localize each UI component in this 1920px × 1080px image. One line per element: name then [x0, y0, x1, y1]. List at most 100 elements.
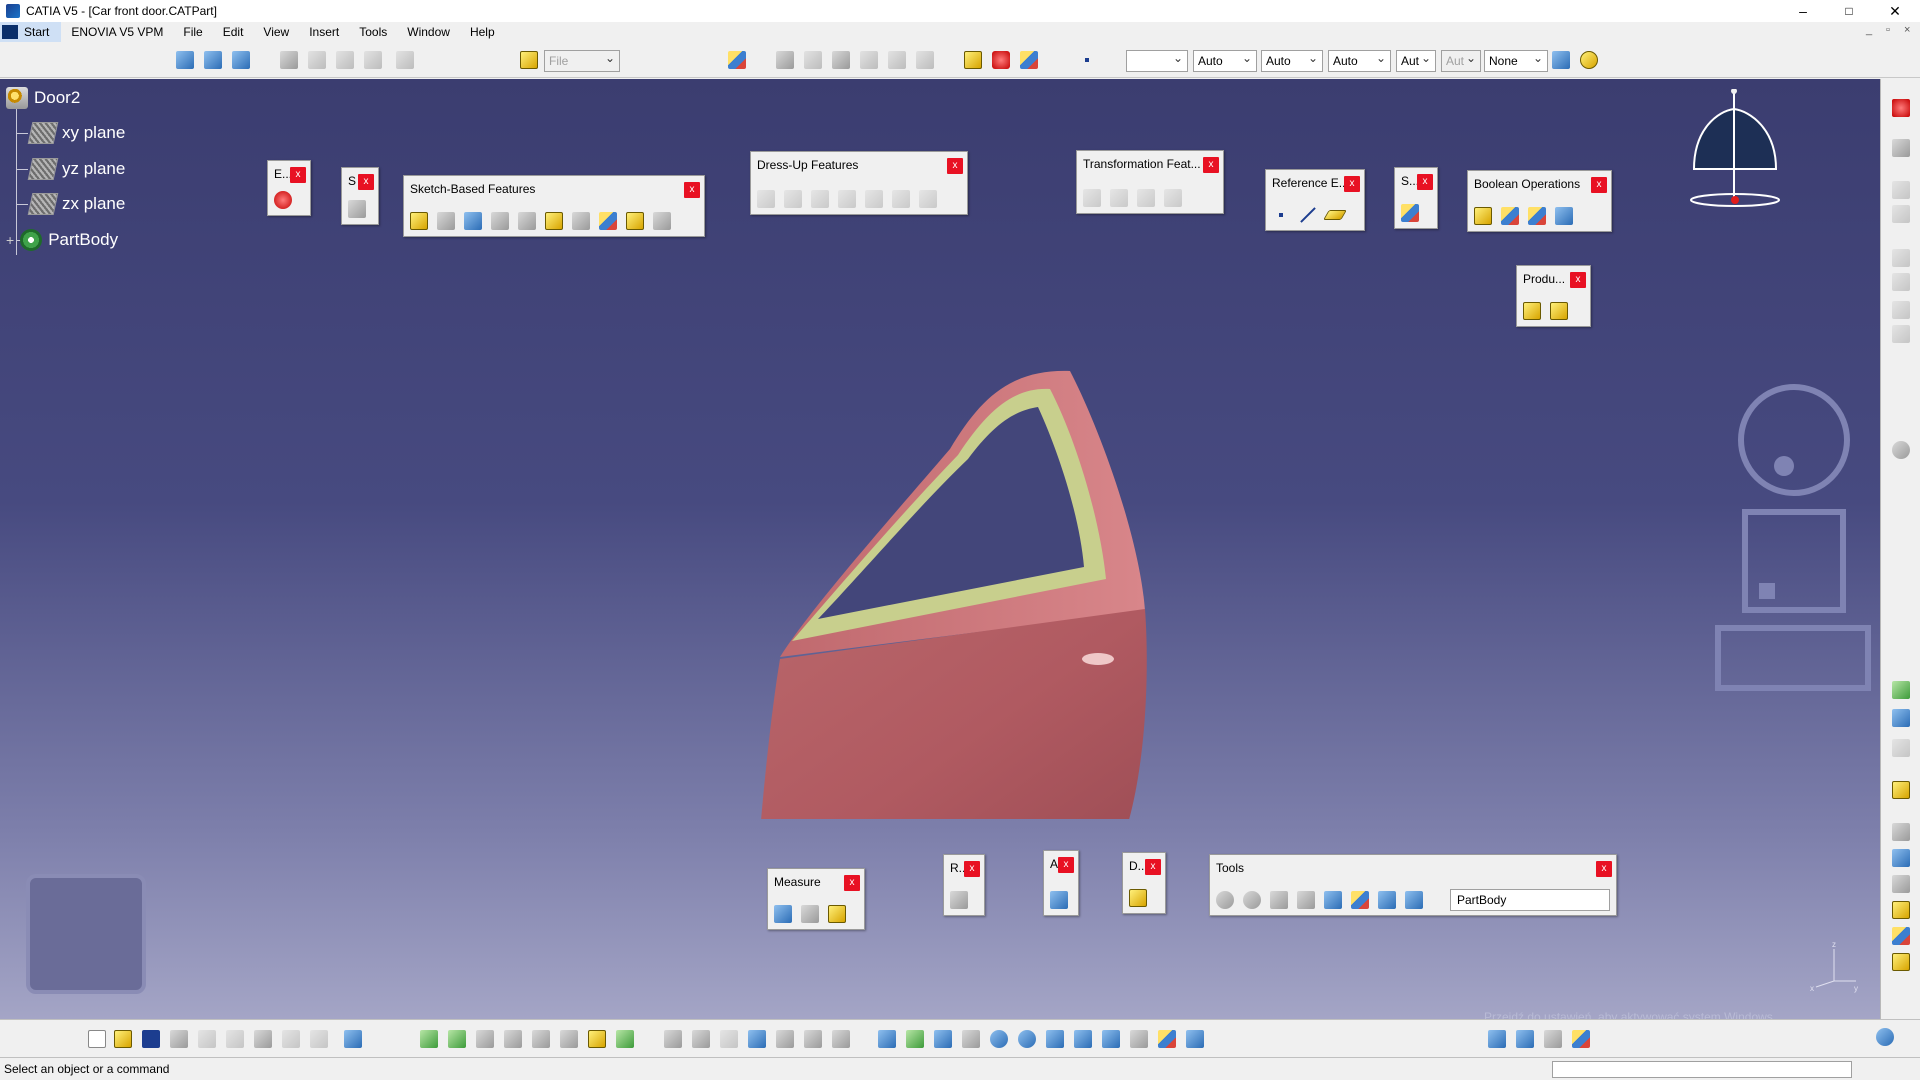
apply-material-bottom-icon[interactable] [614, 1028, 636, 1050]
toolbar-close-button[interactable]: x [1596, 861, 1612, 877]
draft-analysis-icon[interactable] [1127, 887, 1149, 909]
pad-icon[interactable] [408, 210, 430, 232]
cut-icon[interactable] [196, 1028, 218, 1050]
hole-shortcut-icon[interactable] [1890, 873, 1912, 895]
law-icon[interactable] [718, 1028, 740, 1050]
select-arrow-icon[interactable] [1890, 779, 1912, 801]
workbench-gsd-icon[interactable] [1514, 1028, 1536, 1050]
sketch-icon[interactable] [346, 198, 368, 220]
zoom-out-icon[interactable] [1016, 1028, 1038, 1050]
axis-system-icon[interactable] [1268, 889, 1290, 911]
measure-inertia-icon[interactable] [826, 903, 848, 925]
shell-icon[interactable] [836, 188, 858, 210]
add-icon[interactable] [1499, 205, 1521, 227]
publication-icon[interactable] [1521, 300, 1543, 322]
edge-fillet-icon[interactable] [755, 188, 777, 210]
pan-icon[interactable] [932, 1028, 954, 1050]
removed-multi-section-icon[interactable] [651, 210, 673, 232]
minimize-button[interactable]: – [1780, 0, 1826, 22]
multi-result-icon[interactable] [1890, 707, 1912, 729]
constraint-dialog-icon[interactable] [1890, 271, 1912, 293]
tree-item-zx-plane[interactable]: zx plane [27, 193, 125, 215]
format-painter-icon[interactable] [1550, 49, 1572, 71]
hide-show-bottom-icon[interactable] [1156, 1028, 1178, 1050]
open-icon[interactable] [112, 1028, 134, 1050]
new-product-icon[interactable] [278, 49, 300, 71]
menu-tools[interactable]: Tools [349, 22, 397, 42]
fit-all-icon[interactable] [904, 1028, 926, 1050]
knowledge-inspector-icon[interactable] [830, 1028, 852, 1050]
grid-icon[interactable] [1295, 889, 1317, 911]
point-style-icon[interactable] [1076, 49, 1098, 71]
annotation-icon[interactable] [1890, 299, 1912, 321]
graphic-properties-icon[interactable] [1578, 49, 1600, 71]
fly-icon[interactable] [876, 1028, 898, 1050]
maximize-button[interactable]: □ [1826, 0, 1872, 22]
toolbar-close-button[interactable]: x [1145, 859, 1161, 875]
menu-edit[interactable]: Edit [213, 22, 254, 42]
menu-enovia[interactable]: ENOVIA V5 VPM [61, 22, 173, 42]
workbench-render-icon[interactable] [1570, 1028, 1592, 1050]
product-knowledge-icon[interactable] [1890, 737, 1912, 759]
formula-icon[interactable] [662, 1028, 684, 1050]
chamfer-icon[interactable] [782, 188, 804, 210]
rotate-icon[interactable] [960, 1028, 982, 1050]
menu-file[interactable]: File [173, 22, 212, 42]
folder-icon[interactable] [518, 49, 540, 71]
solid-shortcut-icon[interactable] [1890, 925, 1912, 947]
constraint-icon[interactable] [1890, 247, 1912, 269]
render-icon[interactable] [990, 49, 1012, 71]
tree-item-partbody[interactable]: + PartBody [6, 229, 118, 251]
snap-to-point-icon[interactable] [1349, 889, 1371, 911]
close-window-button[interactable]: ✕ [1872, 0, 1918, 22]
pad-shortcut-icon[interactable] [1890, 821, 1912, 843]
split-icon[interactable] [1399, 202, 1421, 224]
union-trim-icon[interactable] [1526, 205, 1548, 227]
save-product-icon[interactable] [334, 49, 356, 71]
workbench-assembly-icon[interactable] [1542, 1028, 1564, 1050]
expand-plus-icon[interactable]: + [6, 232, 14, 248]
vpm-tree-icon[interactable] [394, 49, 416, 71]
sketch-analysis-icon[interactable] [1890, 679, 1912, 701]
fit-all-in-icon[interactable] [446, 1028, 468, 1050]
pdf-icon[interactable] [1890, 97, 1912, 119]
workbench-icon[interactable] [174, 49, 196, 71]
pattern-icon[interactable] [1135, 187, 1157, 209]
power-copy-icon[interactable] [830, 49, 852, 71]
measure-item-icon[interactable] [799, 903, 821, 925]
comment-icon[interactable] [690, 1028, 712, 1050]
pocket-icon[interactable] [435, 210, 457, 232]
zoom-in-icon[interactable] [988, 1028, 1010, 1050]
menu-view[interactable]: View [253, 22, 299, 42]
remove-lump-icon[interactable] [1553, 205, 1575, 227]
toolbar-close-button[interactable]: x [358, 174, 374, 190]
line-icon[interactable] [1297, 204, 1319, 226]
open-product-icon[interactable] [306, 49, 328, 71]
tree-expand-icon[interactable] [474, 1028, 496, 1050]
toolbar-close-button[interactable]: x [964, 861, 980, 877]
redo-icon[interactable] [308, 1028, 330, 1050]
groove-icon[interactable] [489, 210, 511, 232]
view-zoom-bar-icon[interactable] [1715, 625, 1871, 691]
insert-part-icon[interactable] [774, 49, 796, 71]
settings-gear-icon[interactable] [1890, 439, 1912, 461]
hide-show-icon[interactable] [1376, 889, 1398, 911]
exit-icon[interactable] [272, 189, 294, 211]
iso-view-icon[interactable] [1100, 1028, 1122, 1050]
plane-icon[interactable] [1323, 204, 1347, 226]
thread-icon[interactable] [890, 188, 912, 210]
manual-update-icon[interactable] [1241, 889, 1263, 911]
menu-insert[interactable]: Insert [299, 22, 349, 42]
new-icon[interactable] [86, 1028, 108, 1050]
toolbar-close-button[interactable]: x [1344, 176, 1360, 192]
design-table-icon[interactable] [746, 1028, 768, 1050]
layer-combo-disabled[interactable]: Aut [1441, 48, 1481, 72]
ruler-icon[interactable] [586, 1028, 608, 1050]
doc-close-icon[interactable]: × [1904, 24, 1910, 36]
doc-minimize-icon[interactable]: _ [1866, 24, 1872, 36]
text-annotation-icon[interactable] [1890, 323, 1912, 345]
tree-item-yz-plane[interactable]: yz plane [27, 158, 125, 180]
toolbar-close-button[interactable]: x [1058, 857, 1074, 873]
tree-root-door2[interactable]: Door2 [6, 87, 80, 109]
multi-section-solid-icon[interactable] [624, 210, 646, 232]
